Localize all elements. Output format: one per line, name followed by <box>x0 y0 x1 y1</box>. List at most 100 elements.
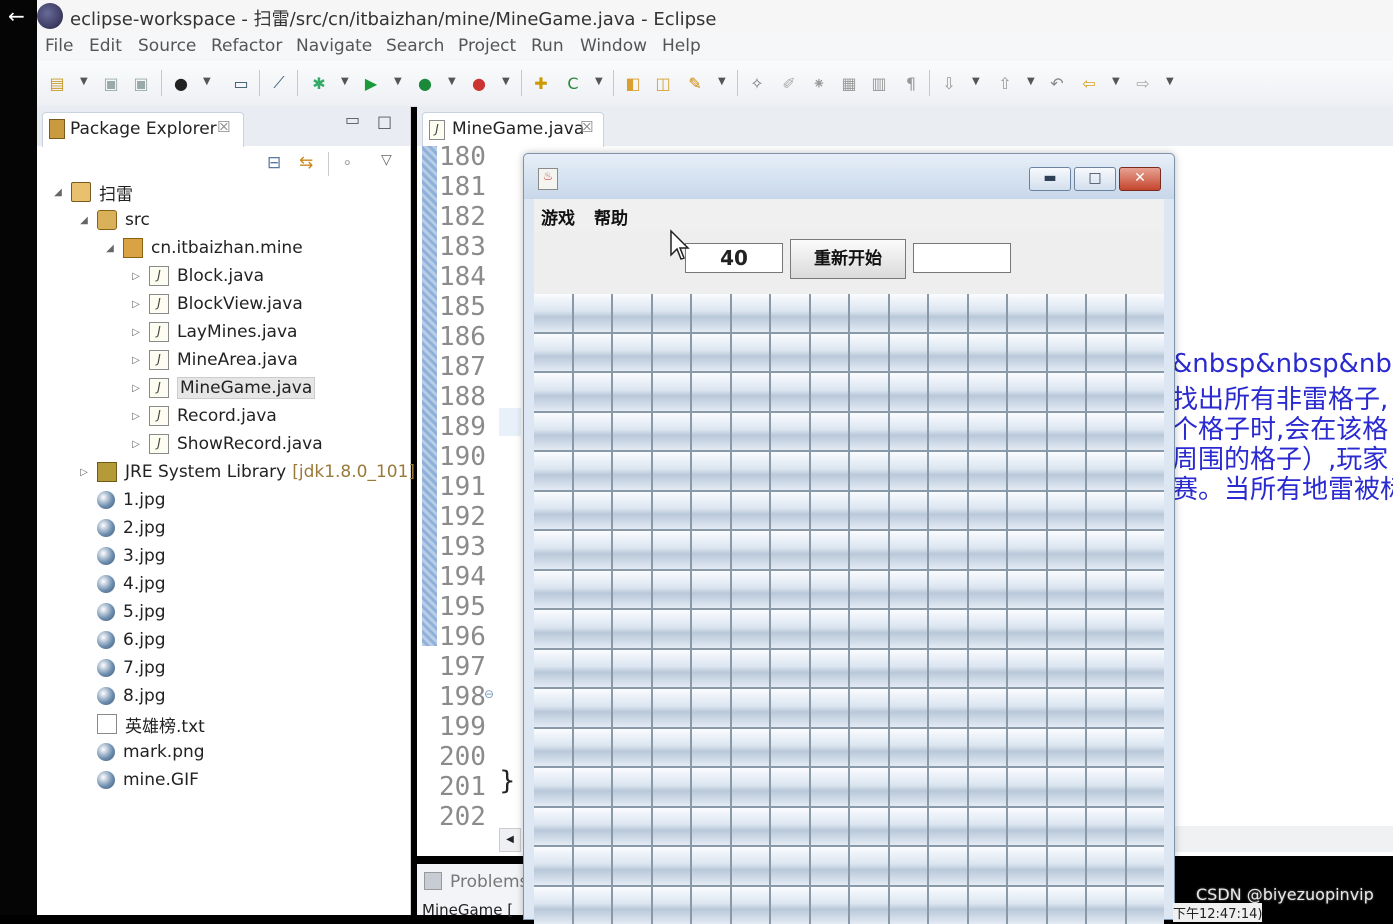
mine-cell[interactable] <box>1008 492 1046 530</box>
mine-cell[interactable] <box>771 531 809 569</box>
mine-cell[interactable] <box>771 373 809 411</box>
mine-cell[interactable] <box>613 334 651 372</box>
mine-cell[interactable] <box>850 650 888 688</box>
mine-cell[interactable] <box>653 531 691 569</box>
menu-game[interactable]: 游戏 <box>541 204 575 229</box>
maximize-icon[interactable]: □ <box>377 112 392 131</box>
tab-package-explorer[interactable]: Package Explorer ☒ <box>42 112 244 147</box>
mine-cell[interactable] <box>1087 531 1125 569</box>
mine-cell[interactable] <box>613 650 651 688</box>
mine-cell[interactable] <box>890 847 928 885</box>
next-annotation-icon[interactable]: ⇩ <box>939 73 959 93</box>
mine-cell[interactable] <box>1087 808 1125 846</box>
back-arrow-icon[interactable]: ← <box>8 4 25 28</box>
mine-cell[interactable] <box>653 413 691 451</box>
mine-cell[interactable] <box>771 729 809 767</box>
toggle-mark-occurrences-icon[interactable]: ✧ <box>747 73 767 93</box>
mine-cell[interactable] <box>1008 610 1046 648</box>
mine-cell[interactable] <box>1087 610 1125 648</box>
mine-cell[interactable] <box>534 887 572 924</box>
mine-cell[interactable] <box>534 452 572 490</box>
mine-cell[interactable] <box>692 887 730 924</box>
mine-cell[interactable] <box>850 729 888 767</box>
mine-cell[interactable] <box>1008 689 1046 727</box>
mine-cell[interactable] <box>969 413 1007 451</box>
mine-cell[interactable] <box>850 887 888 924</box>
open-type-icon[interactable]: ◧ <box>623 73 643 93</box>
mine-cell[interactable] <box>811 610 849 648</box>
mine-cell[interactable] <box>574 729 612 767</box>
mine-cell[interactable] <box>969 571 1007 609</box>
tree-item[interactable]: ▷JMineGame.java <box>129 374 415 402</box>
mine-cell[interactable] <box>1048 729 1086 767</box>
mine-cell[interactable] <box>1008 413 1046 451</box>
mine-cell[interactable] <box>771 808 809 846</box>
mine-cell[interactable] <box>613 689 651 727</box>
profile-dropdown-icon[interactable]: ▼ <box>203 76 211 87</box>
tree-item[interactable]: ▷JRE System Library[jdk1.8.0_101] <box>77 458 415 486</box>
mine-cell[interactable] <box>890 808 928 846</box>
menu-help[interactable]: Help <box>662 36 701 56</box>
mine-cell[interactable] <box>771 294 809 332</box>
mine-cell[interactable] <box>811 452 849 490</box>
mine-cell[interactable] <box>574 531 612 569</box>
mine-cell[interactable] <box>1008 452 1046 490</box>
mine-cell[interactable] <box>969 334 1007 372</box>
block-selection-icon[interactable]: ▦ <box>839 73 859 93</box>
mine-cell[interactable] <box>1127 887 1165 924</box>
mine-cell[interactable] <box>890 373 928 411</box>
mine-cell[interactable] <box>771 847 809 885</box>
mine-cell[interactable] <box>692 847 730 885</box>
mine-cell[interactable] <box>929 492 967 530</box>
mine-cell[interactable] <box>574 808 612 846</box>
mine-cell[interactable] <box>692 452 730 490</box>
mine-cell[interactable] <box>850 689 888 727</box>
mine-cell[interactable] <box>890 294 928 332</box>
mine-cell[interactable] <box>653 334 691 372</box>
mine-cell[interactable] <box>811 373 849 411</box>
mine-cell[interactable] <box>732 847 770 885</box>
menu-help[interactable]: 帮助 <box>594 204 628 229</box>
collapsed-arrow-icon[interactable]: ▷ <box>129 299 143 310</box>
mine-cell[interactable] <box>969 373 1007 411</box>
mine-cell[interactable] <box>890 729 928 767</box>
mine-cell[interactable] <box>811 531 849 569</box>
mine-cell[interactable] <box>771 650 809 688</box>
mine-cell[interactable] <box>850 334 888 372</box>
mine-cell[interactable] <box>1048 571 1086 609</box>
mine-cell[interactable] <box>692 294 730 332</box>
mine-cell[interactable] <box>811 689 849 727</box>
mine-cell[interactable] <box>534 334 572 372</box>
tree-item[interactable]: mark.png <box>77 738 415 766</box>
mine-cell[interactable] <box>1127 334 1165 372</box>
mine-cell[interactable] <box>1087 847 1125 885</box>
mine-cell[interactable] <box>929 808 967 846</box>
mine-cell[interactable] <box>771 413 809 451</box>
mine-cell[interactable] <box>1127 492 1165 530</box>
mine-cell[interactable] <box>732 334 770 372</box>
mine-cell[interactable] <box>653 768 691 806</box>
mine-cell[interactable] <box>771 571 809 609</box>
mine-cell[interactable] <box>969 610 1007 648</box>
mine-cell[interactable] <box>613 610 651 648</box>
collapsed-arrow-icon[interactable]: ▷ <box>129 327 143 338</box>
mine-cell[interactable] <box>1127 847 1165 885</box>
mine-cell[interactable] <box>1087 452 1125 490</box>
mine-cell[interactable] <box>811 768 849 806</box>
mine-cell[interactable] <box>534 294 572 332</box>
mine-cell[interactable] <box>1087 768 1125 806</box>
mine-cell[interactable] <box>653 808 691 846</box>
mine-cell[interactable] <box>574 610 612 648</box>
mine-cell[interactable] <box>613 452 651 490</box>
mine-cell[interactable] <box>732 294 770 332</box>
mine-cell[interactable] <box>1008 650 1046 688</box>
mine-cell[interactable] <box>692 650 730 688</box>
mine-cell[interactable] <box>850 452 888 490</box>
mine-cell[interactable] <box>653 294 691 332</box>
mine-cell[interactable] <box>1087 571 1125 609</box>
mine-cell[interactable] <box>890 768 928 806</box>
expanded-arrow-icon[interactable]: ◢ <box>51 187 65 198</box>
mine-cell[interactable] <box>692 531 730 569</box>
mine-cell[interactable] <box>692 689 730 727</box>
mine-cell[interactable] <box>1008 887 1046 924</box>
